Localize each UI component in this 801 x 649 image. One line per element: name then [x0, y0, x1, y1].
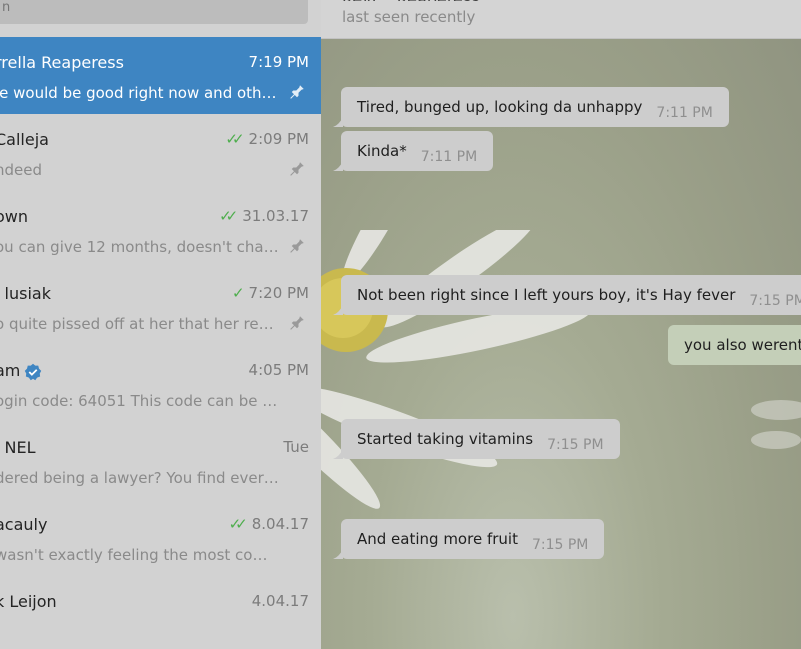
message-text: Started taking vitamins: [357, 430, 534, 448]
bubble-tail: [333, 449, 343, 459]
bubble-tail: [333, 549, 343, 559]
chat-time: ✓ 7:20 PM: [231, 284, 309, 302]
message-time: 7:11 PM: [420, 149, 478, 165]
chat-time: ✓✓ 2:09 PM: [225, 130, 309, 148]
message-text: Kinda*: [357, 142, 407, 160]
chat-name: acauly: [0, 515, 48, 534]
chat-item[interactable]: l NEL Tue dered being a lawyer? You find…: [0, 422, 321, 499]
chat-name: own: [0, 207, 29, 226]
chat-preview: ogin code: 64051 This code can be use…: [0, 392, 281, 410]
chat-preview: wasn't exactly feeling the most comical …: [0, 546, 281, 564]
double-check-icon: ✓✓: [228, 515, 248, 533]
chat-item[interactable]: rrella Reaperess 7:19 PM le would be goo…: [0, 37, 321, 114]
double-check-icon: ✓✓: [219, 207, 238, 225]
conversation-panel: ReyJ... Reaperess last seen recently Tir…: [321, 0, 801, 649]
chat-preview: ndeed: [0, 161, 43, 179]
message-bubble[interactable]: And eating more fruit 7:15 PM: [333, 519, 605, 559]
check-icon: ✓: [231, 284, 244, 302]
contact-name-clipped: ReyJ... Reaperess: [342, 0, 482, 1]
chat-item[interactable]: l lusiak ✓ 7:20 PM o quite pissed off at …: [0, 268, 321, 345]
search-input[interactable]: [0, 0, 308, 24]
message-time: 7:15 PM: [749, 293, 801, 309]
chat-list: rrella Reaperess 7:19 PM le would be goo…: [0, 37, 321, 649]
message-time: 7:11 PM: [656, 105, 713, 121]
chat-item[interactable]: k Leijon 4.04.17: [0, 576, 321, 649]
chat-item[interactable]: own ✓✓31.03.17 ou can give 12 months, do…: [0, 191, 321, 268]
chat-item[interactable]: Calleja ✓✓2:09 PM ndeed: [0, 114, 321, 191]
message-bubble[interactable]: Started taking vitamins 7:15 PM: [333, 419, 620, 459]
chat-name: l lusiak: [0, 284, 51, 303]
verified-badge-icon: [25, 363, 42, 380]
outgoing-message-bubble[interactable]: you also werent: [668, 325, 801, 365]
chat-time: Tue: [283, 438, 309, 456]
message-time: 7:15 PM: [531, 537, 589, 553]
chat-sidebar: rrella Reaperess 7:19 PM le would be goo…: [0, 0, 321, 649]
bubble-tail: [333, 161, 343, 171]
bubble-tail: [333, 305, 343, 315]
last-seen-status: last seen recently: [342, 8, 476, 26]
message-time: 7:15 PM: [547, 437, 604, 453]
message-bubble[interactable]: Kinda* 7:11 PM: [333, 131, 494, 171]
chat-time: 4:05 PM: [248, 361, 309, 379]
chat-item[interactable]: am 4:05 PM ogin code: 64051 This code ca…: [0, 345, 321, 422]
chat-time: ✓✓ 8.04.17: [228, 515, 309, 533]
message-bubble[interactable]: Tired, bunged up, looking da unhappy 7:1…: [333, 87, 729, 127]
pin-icon: [290, 85, 304, 99]
chat-header: ReyJ... Reaperess last seen recently: [321, 0, 801, 39]
pin-icon: [290, 316, 304, 330]
bubble-tail: [333, 117, 343, 127]
message-text: Tired, bunged up, looking da unhappy: [357, 98, 643, 116]
pin-icon: [290, 162, 304, 176]
chat-preview: le would be good right now and oth…: [0, 84, 277, 102]
message-text: you also werent: [684, 336, 801, 354]
chat-preview: dered being a lawyer? You find every sm…: [0, 469, 281, 487]
chat-time: ✓✓ 31.03.17: [219, 207, 309, 225]
chat-preview: o quite pissed off at her that her re…: [0, 315, 274, 333]
message-text: And eating more fruit: [357, 530, 518, 548]
double-check-icon: ✓✓: [225, 130, 244, 148]
chat-name: rrella Reaperess: [0, 53, 124, 72]
chat-item[interactable]: acauly ✓✓8.04.17 wasn't exactly feeling …: [0, 499, 321, 576]
chat-name: l NEL: [0, 438, 36, 457]
chat-name: Calleja: [0, 130, 49, 149]
chat-time: 4.04.17: [251, 592, 309, 610]
message-text: Not been right since I left yours boy, i…: [357, 286, 736, 304]
message-bubble[interactable]: Not been right since I left yours boy, i…: [333, 275, 801, 315]
pin-icon: [290, 239, 304, 253]
chat-time: 7:19 PM: [248, 53, 309, 71]
chat-preview: ou can give 12 months, doesn't cha…: [0, 238, 279, 256]
chat-name: am: [0, 361, 42, 381]
chat-name: k Leijon: [0, 592, 57, 611]
